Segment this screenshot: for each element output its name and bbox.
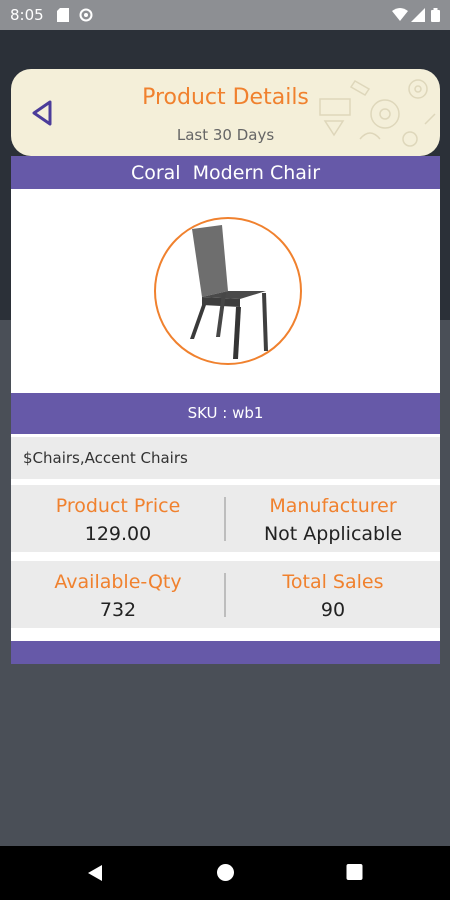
price-label: Product Price — [55, 495, 181, 517]
qty-sales-row: Available-Qty 732 Total Sales 90 — [11, 561, 440, 628]
manufacturer-label: Manufacturer — [269, 495, 397, 517]
product-name: Coral Modern Chair — [11, 156, 440, 189]
page-title: Product Details — [142, 85, 309, 110]
qty-label: Available-Qty — [54, 571, 182, 593]
sd-card-icon — [57, 8, 69, 22]
nav-back-icon[interactable] — [86, 863, 104, 883]
manufacturer-value: Not Applicable — [263, 523, 403, 545]
date-range-label: Last 30 Days — [176, 126, 275, 144]
manufacturer-cell: Manufacturer Not Applicable — [226, 485, 440, 552]
sku-label: SKU : wb1 — [11, 393, 440, 434]
category-text: $Chairs,Accent Chairs — [23, 449, 188, 467]
sales-value: 90 — [320, 599, 346, 621]
product-panel: Coral Modern Chair SKU : wb1 $Chairs,Acc… — [11, 156, 440, 664]
nav-recents-icon[interactable] — [346, 863, 363, 881]
sync-icon — [79, 8, 93, 22]
sales-cell: Total Sales 90 — [226, 561, 440, 628]
status-bar: 8:05 — [0, 0, 450, 30]
panel-footer-bar — [11, 641, 440, 664]
signal-icon — [411, 8, 425, 22]
product-image — [154, 217, 302, 365]
qty-cell: Available-Qty 732 — [11, 561, 225, 628]
category-row: $Chairs,Accent Chairs — [11, 437, 440, 479]
qty-value: 732 — [99, 599, 137, 621]
chair-image — [190, 225, 268, 359]
price-value: 129.00 — [84, 523, 152, 545]
system-nav-bar — [0, 846, 450, 900]
nav-home-icon[interactable] — [216, 863, 235, 882]
price-cell: Product Price 129.00 — [11, 485, 225, 552]
status-time: 8:05 — [10, 6, 44, 24]
sales-label: Total Sales — [282, 571, 384, 593]
price-manufacturer-row: Product Price 129.00 Manufacturer Not Ap… — [11, 485, 440, 552]
header-card: Product Details Last 30 Days — [11, 69, 440, 156]
wifi-icon — [392, 8, 408, 21]
battery-icon — [431, 8, 440, 22]
